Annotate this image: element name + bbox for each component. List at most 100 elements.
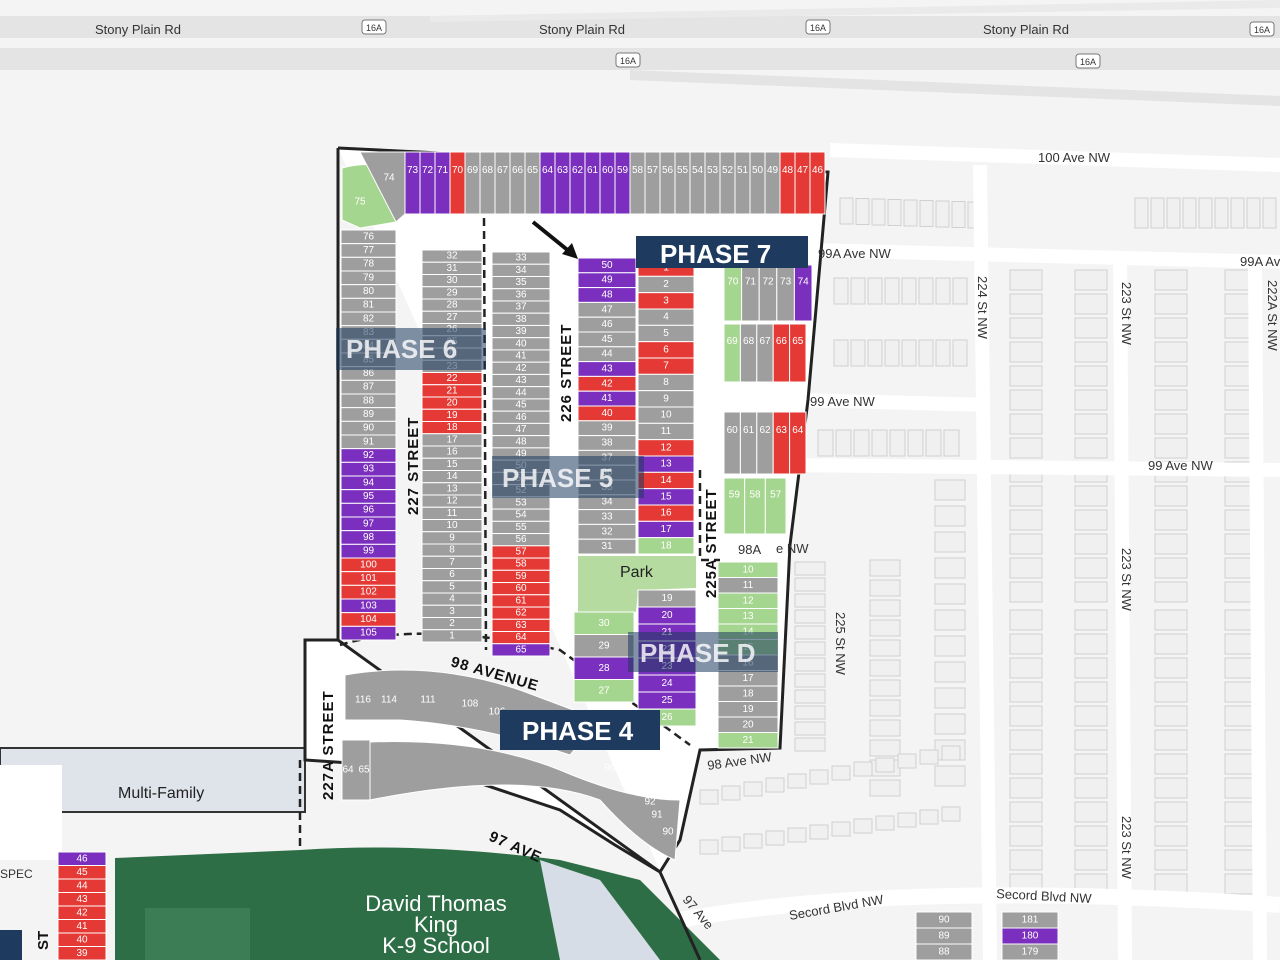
neighbour-house xyxy=(869,659,901,677)
neighbour-house xyxy=(1154,633,1188,655)
lot-number: 64 xyxy=(542,165,554,176)
neighbour-house xyxy=(1154,753,1188,775)
lot-57[interactable] xyxy=(644,151,661,215)
lot-55[interactable] xyxy=(674,151,691,215)
lot-number: 25 xyxy=(661,695,673,706)
lot-number: 91 xyxy=(651,810,663,821)
lot-71[interactable] xyxy=(741,264,760,322)
lot-60[interactable] xyxy=(723,411,741,475)
lot-number: 181 xyxy=(1022,915,1039,926)
neighbour-house xyxy=(919,749,939,765)
lot-62[interactable] xyxy=(756,411,774,475)
lot-number: 17 xyxy=(446,434,458,445)
neighbour-house xyxy=(1074,753,1108,775)
lot-64[interactable] xyxy=(539,151,556,215)
neighbour-house xyxy=(925,429,942,457)
lot-56[interactable] xyxy=(659,151,676,215)
lot-number: 47 xyxy=(797,165,809,176)
neighbour-house xyxy=(934,557,966,579)
lot-59[interactable] xyxy=(723,477,746,535)
neighbour-house xyxy=(1154,413,1188,435)
neighbour-house xyxy=(935,277,951,305)
neighbour-house xyxy=(794,689,826,704)
lot-48[interactable] xyxy=(779,151,796,215)
neighbour-house xyxy=(934,583,966,605)
lot-47[interactable] xyxy=(794,151,811,215)
lot-number: 13 xyxy=(446,483,458,494)
lot-69[interactable] xyxy=(723,323,741,383)
lot-58[interactable] xyxy=(744,477,766,535)
lot-59[interactable] xyxy=(614,151,631,215)
lot-52[interactable] xyxy=(719,151,736,215)
lot-number: 37 xyxy=(515,302,527,313)
lot-number: 93 xyxy=(363,464,375,475)
lot-number: 39 xyxy=(76,948,88,959)
lot-70[interactable] xyxy=(449,151,466,215)
neighbour-house xyxy=(1009,293,1043,315)
lot-number: 74 xyxy=(383,173,395,184)
lot-67[interactable] xyxy=(494,151,511,215)
lot-60[interactable] xyxy=(599,151,616,215)
lot-number: 94 xyxy=(625,778,637,789)
lot-72[interactable] xyxy=(419,151,436,215)
lot-63[interactable] xyxy=(554,151,571,215)
lot-number: 89 xyxy=(938,931,950,942)
road-224-st: 224 St NW xyxy=(975,276,990,340)
lot-70[interactable] xyxy=(723,264,743,322)
neighbour-house xyxy=(1074,633,1108,655)
neighbour-house xyxy=(787,827,807,843)
lot-73[interactable] xyxy=(776,264,795,322)
lot-65[interactable] xyxy=(524,151,541,215)
lot-71[interactable] xyxy=(434,151,451,215)
lot-66[interactable] xyxy=(772,323,791,383)
lot-62[interactable] xyxy=(569,151,586,215)
lot-number: 16 xyxy=(446,447,458,458)
lot-49[interactable] xyxy=(764,151,781,215)
lot-number: 87 xyxy=(363,382,375,393)
lot-64[interactable] xyxy=(789,411,807,475)
road-99a-ave: 99A Ave NW xyxy=(818,246,891,261)
lot-61[interactable] xyxy=(739,411,758,475)
highway-shield: 16A xyxy=(615,52,641,68)
road-98a-ave: 98A xyxy=(738,542,761,557)
lot-65[interactable] xyxy=(789,323,807,383)
neighbour-house xyxy=(935,200,950,228)
lot-68[interactable] xyxy=(739,323,758,383)
lot-number: 60 xyxy=(515,583,527,594)
lot-54[interactable] xyxy=(689,151,706,215)
lot-53[interactable] xyxy=(704,151,721,215)
lot-57[interactable] xyxy=(764,477,787,535)
lot-number: 41 xyxy=(601,393,613,404)
lot-50[interactable] xyxy=(749,151,766,215)
lot-number: 34 xyxy=(515,265,527,276)
lot-73[interactable] xyxy=(404,151,421,215)
lot-number: 40 xyxy=(76,934,88,945)
lot-74[interactable] xyxy=(793,264,813,322)
lot-number: 27 xyxy=(598,685,610,696)
neighbour-house xyxy=(934,661,966,683)
lot-61[interactable] xyxy=(584,151,601,215)
lot-number: 48 xyxy=(601,290,613,301)
lot-46[interactable] xyxy=(809,151,826,215)
lot-63[interactable] xyxy=(772,411,791,475)
lot-68[interactable] xyxy=(479,151,496,215)
lot-number: 19 xyxy=(446,410,458,421)
neighbour-house xyxy=(1074,317,1108,339)
neighbour-house xyxy=(869,739,901,757)
lot-number: 65 xyxy=(358,765,370,776)
neighbour-house xyxy=(1154,341,1188,363)
neighbour-house xyxy=(1074,293,1108,315)
subdivision-map[interactable]: Stony Plain Rd Stony Plain Rd Stony Plai… xyxy=(0,0,1280,960)
lot-66[interactable] xyxy=(509,151,526,215)
lot-51[interactable] xyxy=(734,151,751,215)
lot-69[interactable] xyxy=(464,151,481,215)
lot-58[interactable] xyxy=(629,151,646,215)
lot-72[interactable] xyxy=(758,264,778,322)
lot-67[interactable] xyxy=(756,323,774,383)
lot-number: 64 xyxy=(342,765,354,776)
neighbour-house xyxy=(1074,825,1108,847)
lot-number: 46 xyxy=(601,319,613,330)
lot-number: 52 xyxy=(722,165,734,176)
neighbour-house xyxy=(1154,657,1188,679)
lot-number: 32 xyxy=(446,251,458,262)
